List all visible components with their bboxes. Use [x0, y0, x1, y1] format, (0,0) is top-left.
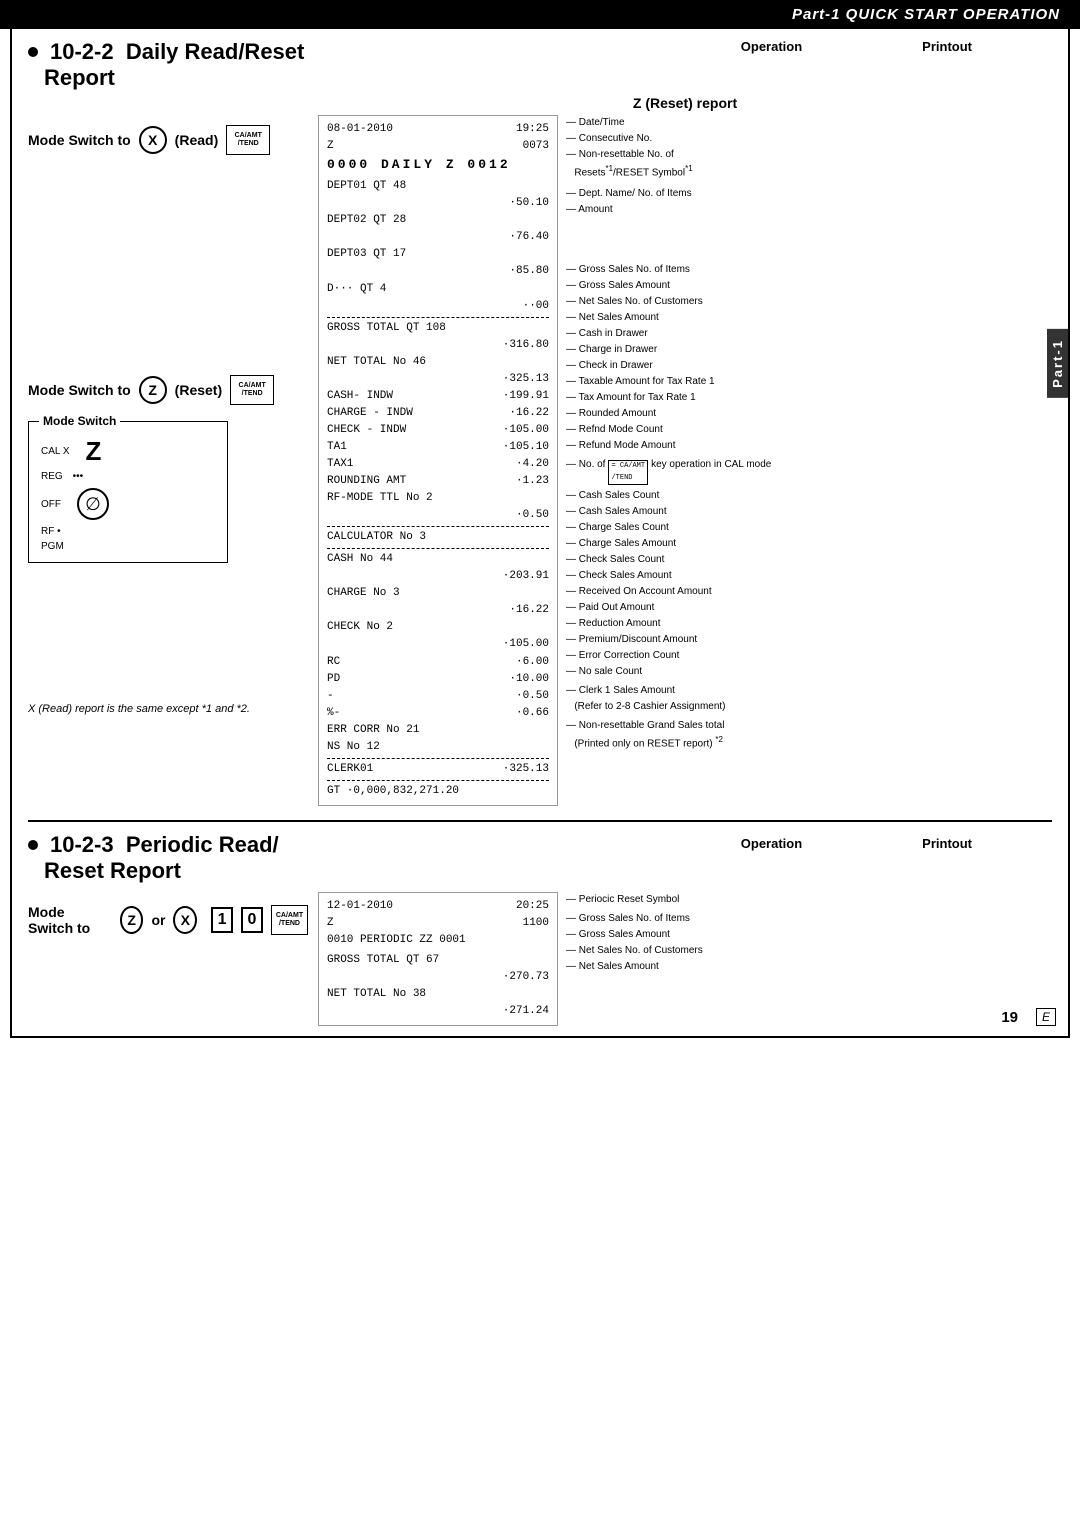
pgm-label: PGM [41, 541, 64, 552]
mode-read-paren: (Read) [175, 132, 219, 148]
section-1022: 10-2-2 Daily Read/Reset Report Operation… [28, 39, 1052, 806]
section-bullet [28, 47, 38, 57]
cal-x-label: CAL X [41, 446, 70, 457]
or-text: or [151, 912, 165, 928]
header-bar: Part-1 QUICK START OPERATION [0, 0, 1080, 29]
key-1: 1 [211, 907, 233, 933]
print-label-2: Printout [922, 836, 972, 851]
key-ca-s2: CA/AMT /TEND [271, 905, 308, 935]
printout-box-s2: 12-01-201020:25 Z1100 0010 PERIODIC ZZ 0… [318, 892, 558, 1026]
mode-switch-title: Mode Switch [39, 414, 120, 428]
mode-read-circle: X [139, 126, 167, 154]
section2-title: 10-2-3 Periodic Read/ [50, 832, 279, 858]
reg-label: REG [41, 471, 63, 482]
section-1023: 10-2-3 Periodic Read/ Reset Report Opera… [28, 832, 1052, 1026]
mode-s2-x: X [173, 906, 197, 934]
off-label: OFF [41, 499, 61, 510]
mode-reset-label: Mode Switch to [28, 382, 131, 398]
rf-label: RF • [41, 526, 61, 537]
header-title: Part-1 QUICK START OPERATION [792, 6, 1060, 23]
slash-circle: ∅ [77, 488, 109, 520]
printout-box: 08-01-201019:25 Z0073 0000 DAILY Z 0012 … [318, 115, 558, 806]
annotations-col: — Date/Time — Consecutive No. — Non-rese… [564, 115, 771, 752]
section2-bullet [28, 840, 38, 850]
annotations-col-s2: — Periocic Reset Symbol — Gross Sales No… [564, 892, 703, 975]
mode-s2-z: Z [120, 906, 144, 934]
mode-z-big: Z [86, 436, 102, 467]
cal-key-icon: = CA/AMT/TEND [608, 460, 648, 484]
page-number: 19 [1001, 1009, 1018, 1026]
op-label: Operation [741, 39, 802, 54]
section-number-title: 10-2-2 Daily Read/Reset [50, 39, 304, 65]
reg-dots: ••• [73, 471, 84, 482]
key-ca-amt-1: CA/AMT/TEND [226, 125, 270, 155]
op-label-2: Operation [741, 836, 802, 851]
daily-line: 0000 DAILY Z 0012 [327, 157, 511, 172]
part1-tab: Part-1 [1047, 329, 1068, 398]
mode-reset-circle: Z [139, 376, 167, 404]
z-report-title: Z (Reset) report [318, 95, 1052, 111]
mode-s2-label: Mode Switch to [28, 904, 112, 936]
print-label: Printout [922, 39, 972, 54]
footnote: X (Read) report is the same except *1 an… [28, 703, 308, 715]
mode-read-label: Mode Switch to [28, 132, 131, 148]
mode-reset-paren: (Reset) [175, 382, 222, 398]
key-ca-amt-2: CA/AMT/TEND [230, 375, 274, 405]
key-0: 0 [241, 907, 263, 933]
e-label: E [1036, 1008, 1056, 1026]
